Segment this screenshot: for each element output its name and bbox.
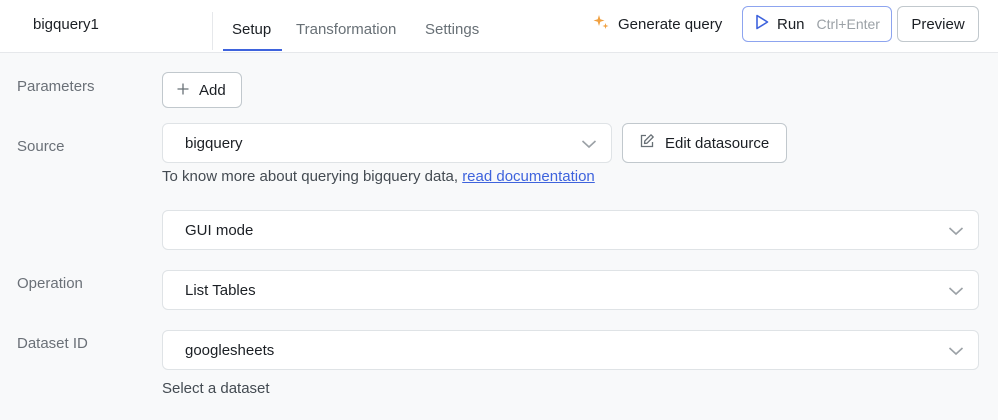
play-icon bbox=[755, 14, 769, 34]
preview-label: Preview bbox=[911, 15, 965, 33]
tab-settings[interactable]: Settings bbox=[425, 21, 479, 38]
parameters-label: Parameters bbox=[17, 78, 95, 95]
generate-query-label: Generate query bbox=[618, 15, 723, 33]
edit-datasource-label: Edit datasource bbox=[665, 134, 770, 152]
tab-setup[interactable]: Setup bbox=[232, 21, 271, 38]
chevron-down-icon bbox=[948, 287, 964, 296]
mode-value: GUI mode bbox=[185, 221, 254, 239]
dataset-value: googlesheets bbox=[185, 341, 275, 359]
source-value: bigquery bbox=[185, 134, 243, 152]
operation-value: List Tables bbox=[185, 281, 256, 299]
active-tab-indicator bbox=[223, 49, 282, 51]
edit-datasource-button[interactable]: Edit datasource bbox=[622, 123, 787, 163]
chevron-down-icon bbox=[948, 347, 964, 356]
chevron-down-icon bbox=[948, 227, 964, 236]
run-button[interactable]: Run Ctrl+Enter bbox=[742, 6, 892, 42]
dataset-hint: Select a dataset bbox=[162, 380, 270, 397]
edit-icon bbox=[639, 133, 655, 153]
dataset-select[interactable]: googlesheets bbox=[162, 330, 979, 370]
chevron-down-icon bbox=[581, 140, 597, 149]
source-hint-text: To know more about querying bigquery dat… bbox=[162, 168, 459, 185]
query-header: bigquery1 Setup Transformation Settings … bbox=[0, 0, 998, 53]
operation-select[interactable]: List Tables bbox=[162, 270, 979, 310]
source-label: Source bbox=[17, 138, 65, 155]
header-divider bbox=[212, 12, 213, 50]
run-shortcut: Ctrl+Enter bbox=[816, 16, 880, 32]
preview-button[interactable]: Preview bbox=[897, 6, 979, 42]
source-select[interactable]: bigquery bbox=[162, 123, 612, 163]
sparkle-icon bbox=[593, 14, 609, 34]
run-label: Run bbox=[777, 15, 805, 33]
generate-query-button[interactable]: Generate query bbox=[593, 14, 722, 34]
source-hint: To know more about querying bigquery dat… bbox=[162, 168, 595, 185]
add-parameter-button[interactable]: Add bbox=[162, 72, 242, 108]
mode-select[interactable]: GUI mode bbox=[162, 210, 979, 250]
read-documentation-link[interactable]: read documentation bbox=[462, 168, 595, 185]
add-label: Add bbox=[199, 81, 226, 99]
dataset-id-label: Dataset ID bbox=[17, 335, 88, 352]
query-name[interactable]: bigquery1 bbox=[33, 16, 99, 33]
operation-label: Operation bbox=[17, 275, 83, 292]
plus-icon bbox=[177, 82, 189, 99]
tab-transformation[interactable]: Transformation bbox=[296, 21, 396, 38]
